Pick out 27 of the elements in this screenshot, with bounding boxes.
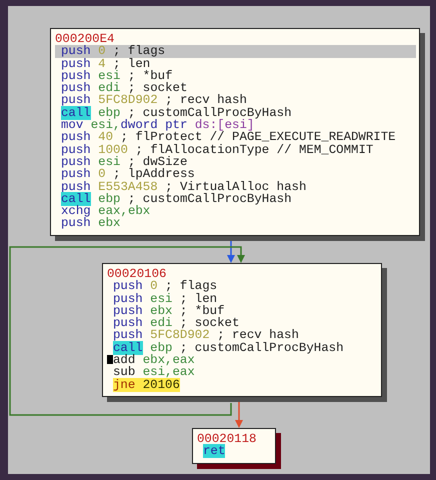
code-line[interactable]: xchg eax,ebx <box>55 205 416 218</box>
code-line[interactable]: call ebp ; customCallProcByHash <box>55 106 416 120</box>
code-line[interactable]: push edi ; socket <box>107 317 378 330</box>
code-line[interactable]: ret <box>197 445 272 458</box>
code-line[interactable]: push E553A458 ; VirtualAlloc hash <box>55 180 416 193</box>
code-line[interactable]: push 5FC8D902 ; recv hash <box>107 329 378 342</box>
code-line[interactable]: sub esi,eax <box>107 366 378 379</box>
code-line[interactable]: push 0 ; flags <box>107 280 378 293</box>
code-line[interactable]: push 1000 ; flAllocationType // MEM_COMMIT <box>55 144 416 156</box>
code-line[interactable]: push edi ; socket <box>55 82 416 94</box>
code-line[interactable]: jne 20106 <box>107 378 378 391</box>
code-line[interactable]: push 40 ; flProtect // PAGE_EXECUTE_READWRITE <box>55 131 416 144</box>
node-address: 000200E4 <box>55 33 116 46</box>
node-address: 00020118 <box>197 433 258 446</box>
code-line[interactable]: push ebx <box>55 217 416 230</box>
code-line[interactable]: mov esi,dword ptr ds:[esi] <box>55 119 416 132</box>
code-line[interactable]: call ebp ; customCallProcByHash <box>55 192 416 206</box>
code-line[interactable]: call ebp ; customCallProcByHash <box>107 342 378 354</box>
code-line[interactable]: add ebx,eax <box>107 354 378 366</box>
code-line[interactable]: push esi ; dwSize <box>55 156 416 168</box>
code-line[interactable]: push 4 ; len <box>55 58 416 70</box>
code-line[interactable]: push esi ; *buf <box>55 70 416 82</box>
code-line[interactable]: push 0 ; lpAddress <box>55 168 416 181</box>
code-line[interactable]: push 5FC8D902 ; recv hash <box>55 94 416 107</box>
node-address: 00020106 <box>107 268 168 280</box>
code-line[interactable]: push ebx ; *buf <box>107 304 378 318</box>
code-line[interactable]: push esi ; len <box>107 292 378 305</box>
